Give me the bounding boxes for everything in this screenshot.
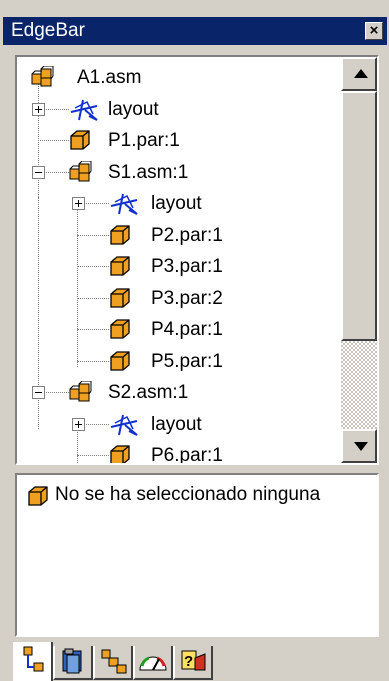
expand-icon[interactable] <box>72 197 85 210</box>
help-icon: ? <box>181 650 206 671</box>
scroll-down-button[interactable] <box>341 429 377 463</box>
scroll-thumb[interactable] <box>341 91 377 341</box>
library-icon <box>62 648 82 674</box>
expand-icon[interactable] <box>32 102 45 116</box>
tree-node-label: A1.asm <box>77 67 142 88</box>
assembly-icon <box>69 380 93 408</box>
tree-node-label: P3.par:2 <box>151 287 223 309</box>
tree-node[interactable]: P1.par:1 <box>17 126 337 156</box>
part-icon <box>109 444 131 463</box>
assembly-tree[interactable]: A1.asm layout P1.par:1 S1.asm:1 layout P2.par… <box>17 57 337 463</box>
tree-node[interactable]: P3.par:1 <box>17 252 337 282</box>
layout-sketch-icon <box>69 98 99 127</box>
gauge-icon <box>139 656 167 671</box>
assembly-pathfinder-icon <box>101 649 127 674</box>
tree-node-label: S2.asm:1 <box>108 382 189 403</box>
tree-node[interactable]: P6.par:1 <box>17 441 337 463</box>
tree-node[interactable]: S2.asm:1 <box>17 378 337 408</box>
tree-node-label: P4.par:1 <box>151 319 223 340</box>
tree-node-label: layout <box>151 193 202 214</box>
part-icon <box>109 224 131 251</box>
part-icon <box>109 350 131 377</box>
layout-sketch-icon <box>109 192 139 221</box>
tree-node[interactable]: P4.par:1 <box>17 315 337 345</box>
assembly-icon <box>31 65 55 93</box>
assembly-icon <box>69 160 93 188</box>
tree-node-label: P5.par:1 <box>151 350 223 372</box>
part-icon <box>109 318 131 345</box>
tree-node-label: layout <box>151 413 202 435</box>
tree-node[interactable]: layout <box>17 189 337 219</box>
close-icon[interactable]: × <box>365 22 383 40</box>
tab-assembly-pathfinder[interactable] <box>93 646 133 680</box>
tree-node[interactable]: P3.par:2 <box>17 284 337 314</box>
tree-node-label: P3.par:1 <box>151 256 223 277</box>
edgebar-tabs: ? <box>11 642 389 681</box>
tree-node[interactable]: P5.par:1 <box>17 347 337 377</box>
tree-node-label: P1.par:1 <box>108 130 180 151</box>
arrow-down-icon <box>354 442 368 451</box>
tree-node-label: S1.asm:1 <box>108 161 189 183</box>
part-icon <box>109 255 131 282</box>
svg-text:?: ? <box>184 653 193 670</box>
tab-feature-pathfinder[interactable] <box>13 642 53 681</box>
tab-help[interactable]: ? <box>173 646 213 680</box>
selection-info-text: No se ha seleccionado ninguna <box>55 484 321 505</box>
tree-node[interactable]: layout <box>17 410 337 440</box>
window-titlebar: EdgeBar × <box>3 17 387 45</box>
tree-node[interactable]: layout <box>17 95 337 125</box>
expand-icon[interactable] <box>72 417 85 431</box>
tree-node-label: layout <box>108 98 159 120</box>
selection-info-panel: No se ha seleccionado ninguna <box>15 473 379 637</box>
part-icon <box>69 129 91 156</box>
scroll-up-button[interactable] <box>341 57 377 91</box>
collapse-icon[interactable] <box>32 386 45 399</box>
arrow-up-icon <box>354 69 368 78</box>
layout-sketch-icon <box>109 413 139 442</box>
feature-pathfinder-icon <box>23 646 44 672</box>
tree-node[interactable]: P2.par:1 <box>17 221 337 251</box>
window-title: EdgeBar <box>11 20 85 41</box>
edgebar-tree-panel: A1.asm layout P1.par:1 S1.asm:1 layout P2.par… <box>15 55 379 465</box>
part-icon <box>109 287 131 314</box>
collapse-icon[interactable] <box>32 165 45 179</box>
tree-node-label: P2.par:1 <box>151 224 223 246</box>
part-icon <box>28 486 48 506</box>
tree-node[interactable]: A1.asm <box>17 63 337 93</box>
tree-node[interactable]: S1.asm:1 <box>17 158 337 188</box>
tree-scrollbar[interactable] <box>341 57 377 463</box>
scroll-track[interactable] <box>341 341 377 429</box>
tree-node-label: P6.par:1 <box>151 445 223 463</box>
tab-gauge[interactable] <box>133 646 173 680</box>
tab-library[interactable] <box>53 646 93 680</box>
